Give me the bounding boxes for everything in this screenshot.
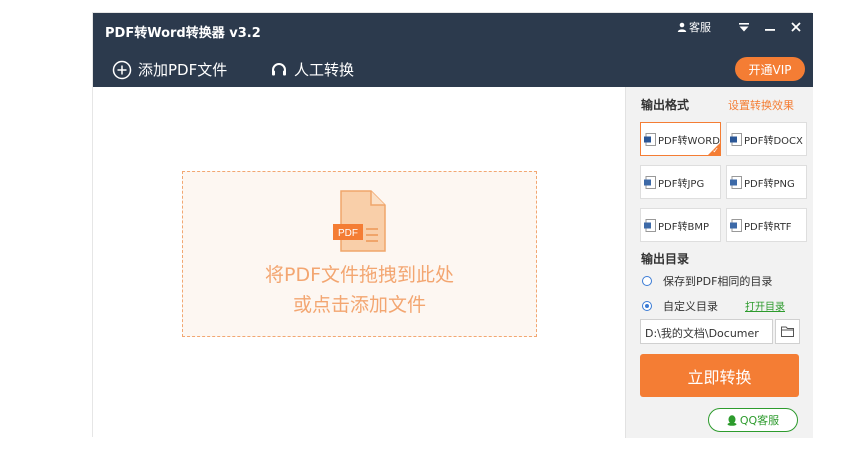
check-icon: ✓ xyxy=(712,146,719,155)
radio-circle xyxy=(642,276,652,286)
output-format-title: 输出格式 xyxy=(641,98,690,112)
add-circle-icon xyxy=(112,60,132,79)
folder-icon xyxy=(781,326,794,337)
bmp-file-icon xyxy=(644,218,656,232)
format-label: PDF转PNG xyxy=(744,178,795,190)
person-icon xyxy=(677,22,687,32)
dropdown-icon xyxy=(739,22,749,31)
output-dir-title: 输出目录 xyxy=(641,252,690,266)
format-pdf-to-jpg[interactable]: PDF转JPG xyxy=(640,165,721,199)
settings-panel: 输出格式 设置转换效果 PDF转WORD ✓ PDF转DOCX PDF转JPG … xyxy=(625,87,813,438)
headset-icon xyxy=(272,62,286,75)
minimize-button[interactable] xyxy=(761,18,779,36)
format-pdf-to-docx[interactable]: PDF转DOCX xyxy=(726,122,807,156)
manual-convert-button[interactable]: 人工转换 xyxy=(270,59,354,80)
open-directory-link[interactable]: 打开目录 xyxy=(745,298,785,313)
format-label: PDF转DOCX xyxy=(744,135,803,147)
radio-custom-label: 自定义目录 xyxy=(663,300,718,313)
conversion-settings-link[interactable]: 设置转换效果 xyxy=(728,97,794,113)
radio-circle-checked xyxy=(642,301,652,311)
window-controls: 客服 xyxy=(677,18,805,36)
qq-support-label: QQ客服 xyxy=(739,414,780,427)
format-pdf-to-word[interactable]: PDF转WORD ✓ xyxy=(640,122,721,156)
vip-button[interactable]: 开通VIP xyxy=(735,57,805,81)
qq-support-button[interactable]: QQ客服 xyxy=(708,408,798,432)
png-file-icon xyxy=(730,175,742,189)
close-icon xyxy=(791,22,801,32)
file-drop-zone[interactable]: PDF 将PDF文件拖拽到此处 或点击添加文件 xyxy=(182,171,537,337)
title-bar: PDF转Word转换器 v3.2 客服 添加PDF文件 人工转换 开通VIP xyxy=(93,13,813,87)
radio-same-dir[interactable]: 保存到PDF相同的目录 xyxy=(642,273,772,289)
qq-icon xyxy=(727,414,737,426)
dropdown-menu-button[interactable] xyxy=(735,18,753,36)
app-window: PDF转Word转换器 v3.2 客服 添加PDF文件 人工转换 开通VIP P… xyxy=(92,12,813,438)
browse-folder-button[interactable] xyxy=(775,319,800,344)
minimize-icon xyxy=(765,29,775,31)
rtf-file-icon xyxy=(730,218,742,232)
app-title: PDF转Word转换器 v3.2 xyxy=(105,26,261,41)
format-pdf-to-png[interactable]: PDF转PNG xyxy=(726,165,807,199)
convert-now-button[interactable]: 立即转换 xyxy=(640,354,799,397)
format-label: PDF转RTF xyxy=(744,221,792,233)
customer-service-label: 客服 xyxy=(689,21,711,34)
format-pdf-to-bmp[interactable]: PDF转BMP xyxy=(640,208,721,242)
word-file-icon xyxy=(644,132,656,146)
radio-custom-dir[interactable]: 自定义目录 xyxy=(642,298,718,314)
close-button[interactable] xyxy=(787,18,805,36)
main-area: PDF 将PDF文件拖拽到此处 或点击添加文件 xyxy=(93,87,625,438)
customer-service-button[interactable]: 客服 xyxy=(677,19,711,35)
drop-hint-line1: 将PDF文件拖拽到此处 xyxy=(264,264,455,286)
drop-hint-line2: 或点击添加文件 xyxy=(292,294,426,316)
format-label: PDF转JPG xyxy=(658,178,705,190)
output-path-field[interactable]: D:\我的文档\Documer xyxy=(640,319,773,344)
add-pdf-label: 添加PDF文件 xyxy=(138,61,228,79)
jpg-file-icon xyxy=(644,175,656,189)
add-pdf-button[interactable]: 添加PDF文件 xyxy=(112,59,227,80)
format-label: PDF转BMP xyxy=(658,221,710,233)
docx-file-icon xyxy=(730,132,742,146)
pdf-icon-text: PDF xyxy=(338,228,358,239)
format-pdf-to-rtf[interactable]: PDF转RTF xyxy=(726,208,807,242)
pdf-file-icon: PDF xyxy=(333,190,386,252)
manual-convert-label: 人工转换 xyxy=(294,61,355,79)
radio-same-label: 保存到PDF相同的目录 xyxy=(663,275,773,288)
